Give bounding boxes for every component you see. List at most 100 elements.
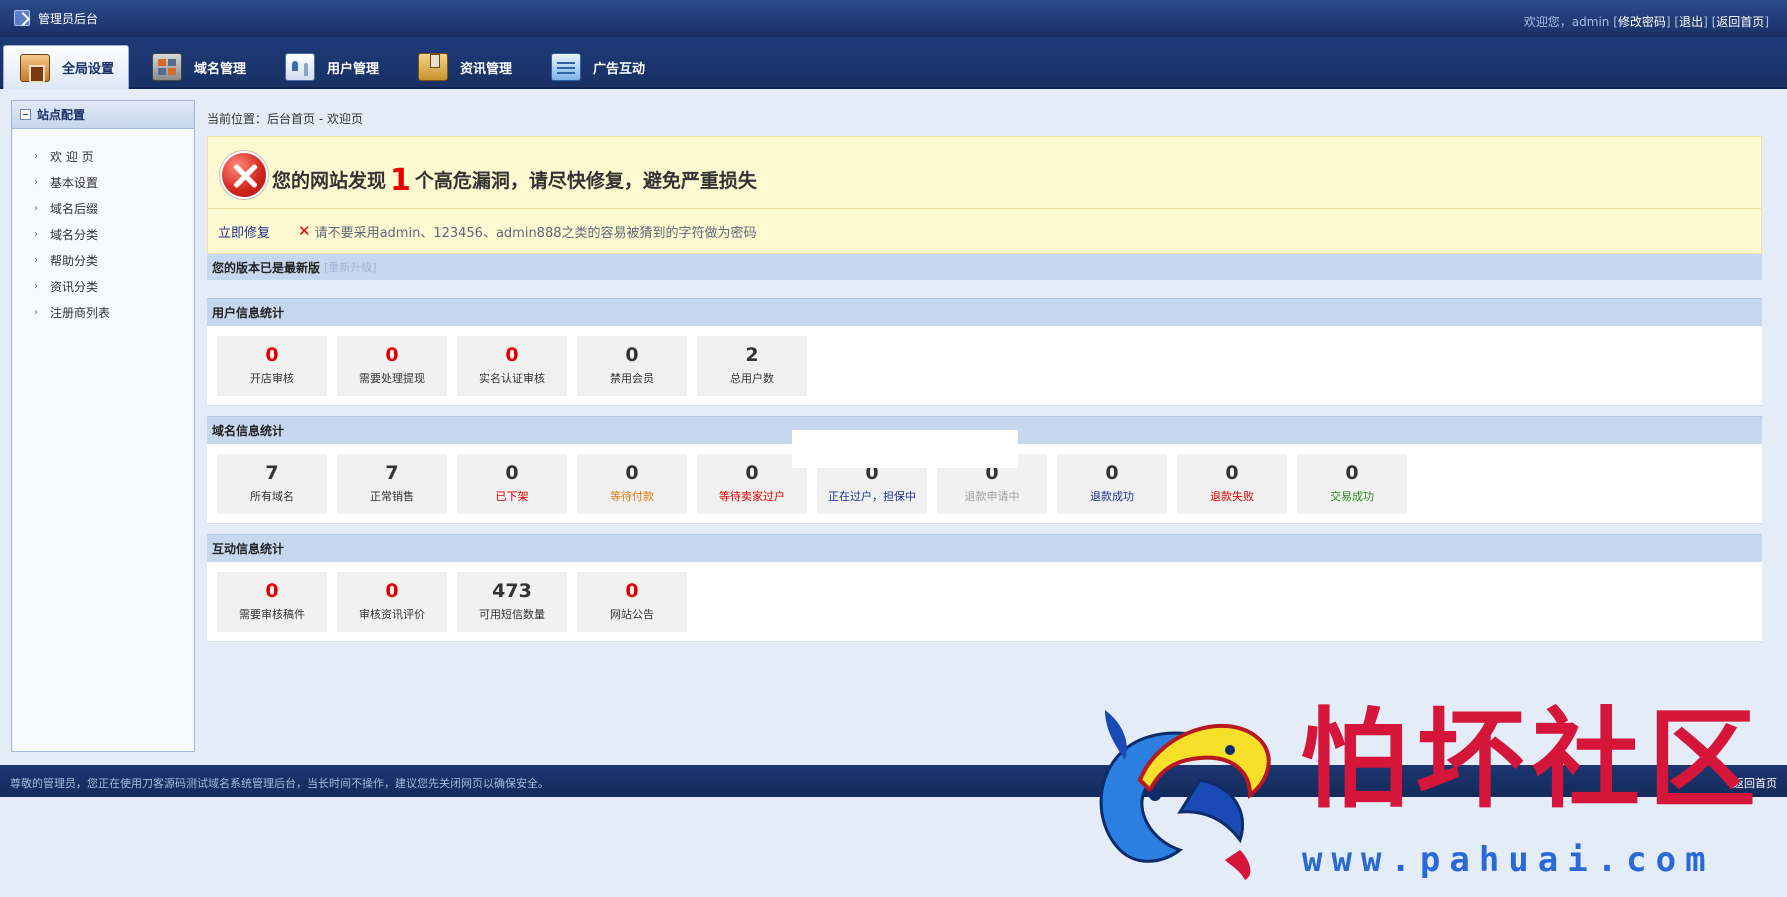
alert-title-suffix: 个高危漏洞，请尽快修复，避免严重损失 [414,170,757,192]
sidebar-item-registrar-list[interactable]: › 注册商列表 [12,299,194,325]
app-title: 管理员后台 [38,12,99,26]
stat-total-users[interactable]: 2 总用户数 [697,336,807,396]
sidebar-item-help-category[interactable]: › 帮助分类 [12,247,194,273]
sidebar-menu: › 欢 迎 页 › 基本设置 › 域名后缀 › 域名分类 › 帮助分类 › 资讯分类 › 注册… [12,129,194,325]
stat-comment-review[interactable]: 0 审核资讯评价 [337,572,447,632]
alert-header: 您的网站发现 1 个高危漏洞，请尽快修复，避免严重损失 [208,137,1761,209]
tab-user-management[interactable]: 用户管理 [269,45,393,89]
chevron-right-icon: › [34,306,38,318]
tab-domain-management[interactable]: 域名管理 [136,45,260,89]
footer-notice: 尊敬的管理员，您正在使用刀客源码测试域名系统管理后台，当长时间不操作，建议您先关… [10,777,549,790]
stat-on-sale[interactable]: 7 正常销售 [337,454,447,514]
stat-label: 已下架 [495,490,529,503]
home-link[interactable]: 返回首页 [1716,15,1764,29]
stat-refund-failed[interactable]: 0 退款失败 [1177,454,1287,514]
stat-label: 实名认证审核 [479,372,545,385]
sidebar-item-label: 欢 迎 页 [50,149,94,164]
sidebar-item-welcome[interactable]: › 欢 迎 页 [12,143,194,169]
sidebar: 站点配置 › 欢 迎 页 › 基本设置 › 域名后缀 › 域名分类 › 帮助分类 › 资讯分… [11,100,195,752]
stat-value: 473 [492,580,532,602]
stat-refund-success[interactable]: 0 退款成功 [1057,454,1167,514]
stat-value: 0 [385,344,399,366]
fix-now-link[interactable]: 立即修复 [218,222,270,241]
section-title: 用户信息统计 [207,298,1762,326]
version-status: 您的版本已是最新版 [212,260,321,275]
vulnerability-count: 1 [390,163,411,198]
stat-value: 0 [505,462,519,484]
domain-grid-icon [152,53,182,81]
stat-label: 需要处理提现 [359,372,425,385]
top-links: 欢迎您，admin [修改密码] [退出] [返回首页] [1523,15,1769,29]
sidebar-item-label: 帮助分类 [50,253,99,268]
collapse-minus-icon[interactable] [20,109,31,120]
sidebar-item-domain-suffix[interactable]: › 域名后缀 [12,195,194,221]
chevron-right-icon: › [34,280,38,292]
stat-identity-review[interactable]: 0 实名认证审核 [457,336,567,396]
stat-label: 审核资讯评价 [359,608,425,621]
sidebar-item-domain-category[interactable]: › 域名分类 [12,221,194,247]
sidebar-item-basic-settings[interactable]: › 基本设置 [12,169,194,195]
sidebar-header[interactable]: 站点配置 [12,101,194,129]
alert-title: 您的网站发现 1 个高危漏洞，请尽快修复，避免严重损失 [272,163,757,198]
tab-label: 广告互动 [593,61,646,77]
security-alert: 您的网站发现 1 个高危漏洞，请尽快修复，避免严重损失 立即修复 ✕ 请不要采用ad… [207,136,1762,254]
stat-banned-members[interactable]: 0 禁用会员 [577,336,687,396]
version-bar: 您的版本已是最新版 [重新升级] [207,254,1762,280]
alert-detail: 立即修复 ✕ 请不要采用admin、123456、admin888之类的容易被猜… [208,209,1761,253]
stat-articles-review[interactable]: 0 需要审核稿件 [217,572,327,632]
stat-delisted[interactable]: 0 已下架 [457,454,567,514]
stat-site-announcements[interactable]: 0 网站公告 [577,572,687,632]
change-password-link[interactable]: 修改密码 [1618,15,1666,29]
stat-value: 0 [625,580,639,602]
stat-withdrawal[interactable]: 0 需要处理提现 [337,336,447,396]
stat-label: 正常销售 [370,490,414,503]
stat-label: 所有域名 [250,490,294,503]
sidebar-item-news-category[interactable]: › 资讯分类 [12,273,194,299]
stats-row: 0 需要审核稿件 0 审核资讯评价 473 可用短信数量 0 网站公告 [207,562,1762,642]
stat-value: 0 [385,580,399,602]
stat-value: 7 [265,462,279,484]
tab-label: 域名管理 [194,61,247,77]
tab-global-settings[interactable]: 全局设置 [3,45,130,89]
stat-sms-available[interactable]: 473 可用短信数量 [457,572,567,632]
sidebar-title: 站点配置 [37,108,86,122]
alert-title-prefix: 您的网站发现 [272,170,387,192]
stat-label: 需要审核稿件 [239,608,305,621]
tab-news-management[interactable]: 资讯管理 [402,45,526,89]
chevron-right-icon: › [34,254,38,266]
fish-logo-icon [1099,710,1271,880]
tab-label: 用户管理 [327,61,380,77]
sidebar-item-label: 基本设置 [50,175,99,190]
global-settings-icon [20,53,50,83]
logout-link[interactable]: 退出 [1679,15,1703,29]
error-circle-icon [220,151,268,199]
section-title: 互动信息统计 [207,534,1762,562]
user-card-icon [285,53,315,81]
stat-value: 0 [745,462,759,484]
stat-value: 0 [1345,462,1359,484]
stat-value: 7 [385,462,399,484]
stat-awaiting-payment[interactable]: 0 等待付款 [577,454,687,514]
interaction-stats-section: 互动信息统计 0 需要审核稿件 0 审核资讯评价 473 可用短信数量 0 网站公告 [207,534,1762,642]
stat-value: 0 [1105,462,1119,484]
tab-ad-interaction[interactable]: 广告互动 [535,45,659,89]
stat-label: 退款成功 [1090,490,1134,503]
top-bar: 管理员后台 欢迎您，admin [修改密码] [退出] [返回首页] [0,0,1787,37]
stat-all-domains[interactable]: 7 所有域名 [217,454,327,514]
stat-trade-success[interactable]: 0 交易成功 [1297,454,1407,514]
main-content: 当前位置：后台首页 - 欢迎页 您的网站发现 1 个高危漏洞，请尽快修复，避免严重损… [207,100,1762,642]
stat-label: 退款申请中 [964,490,1020,503]
stat-shop-review[interactable]: 0 开店审核 [217,336,327,396]
ad-list-icon [551,53,581,81]
stat-value: 0 [505,344,519,366]
news-bookmark-icon [418,53,448,81]
stat-awaiting-transfer[interactable]: 0 等待卖家过户 [697,454,807,514]
stat-label: 等待付款 [610,490,654,503]
password-warning: 请不要采用admin、123456、admin888之类的容易被猜到的字符做为密… [314,225,757,241]
upgrade-link[interactable]: [重新升级] [324,259,377,275]
breadcrumb: 当前位置：后台首页 - 欢迎页 [207,111,363,126]
stat-value: 0 [265,580,279,602]
stat-label: 开店审核 [250,372,294,385]
stat-label: 退款失败 [1210,490,1254,503]
stat-label: 可用短信数量 [479,608,545,621]
